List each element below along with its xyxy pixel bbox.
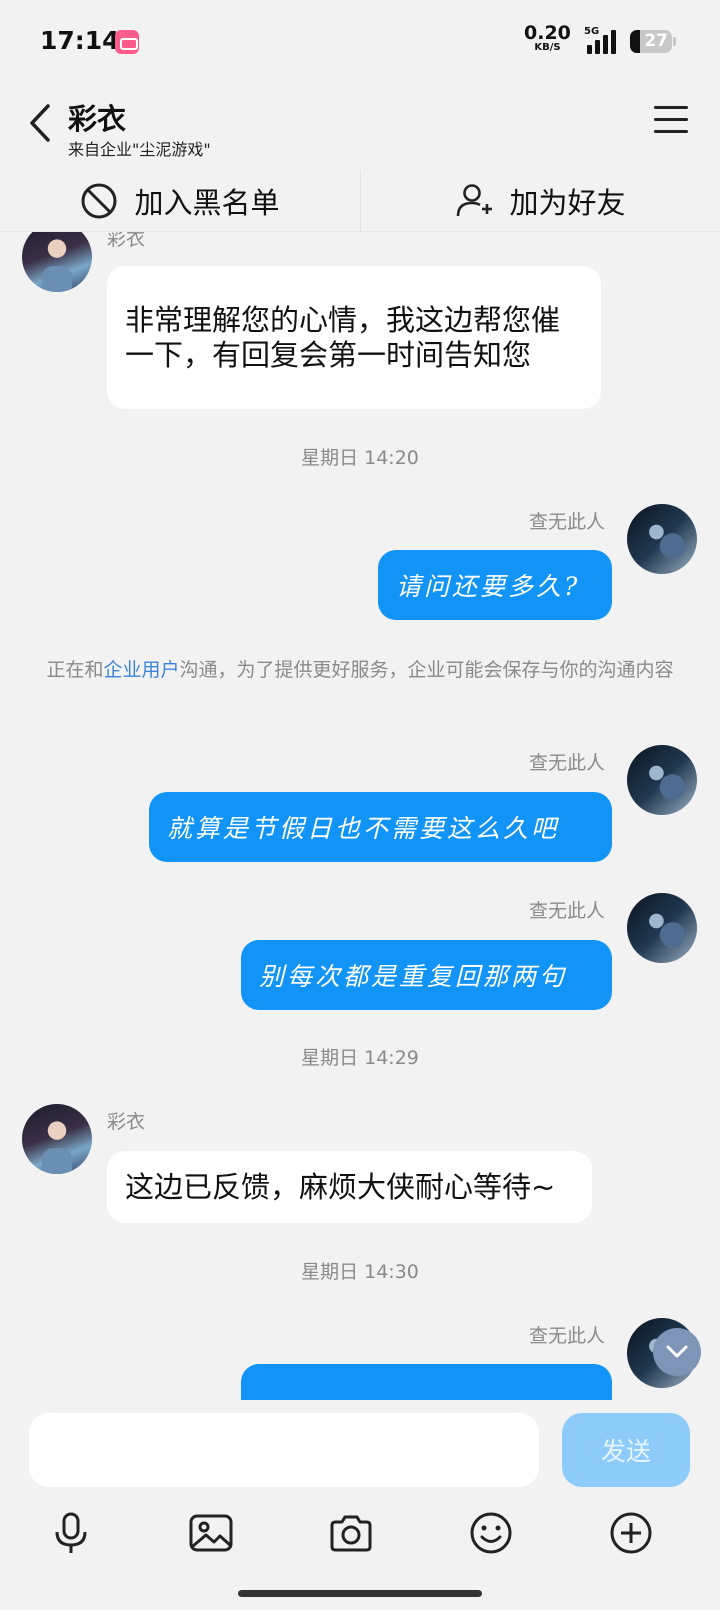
timestamp: 星期日 14:29 [301,1047,419,1069]
sender-name: 彩衣 [107,1111,146,1133]
image-icon [189,1514,233,1552]
message-bubble[interactable]: 非常理解您的心情，我这边帮您催一下，有回复会第一时间告知您 [107,266,601,409]
status-time: 17:14 [40,26,120,55]
camera-icon [330,1515,372,1552]
emoji-button[interactable] [466,1508,516,1558]
notice-suffix: 沟通，为了提供更好服务，企业可能会保存与你的沟通内容 [179,659,674,681]
sender-name: 查无此人 [528,752,605,774]
avatar[interactable] [22,232,92,292]
avatar[interactable] [627,504,697,574]
status-bar: 17:14 0.20 KB/S 5G 27 [0,0,720,88]
contact-name: 彩衣 [68,102,127,136]
avatar[interactable] [22,1104,92,1174]
back-icon [30,104,50,142]
add-friend-button[interactable]: 加为好友 [360,170,720,231]
timestamp: 星期日 14:30 [301,1261,419,1283]
enterprise-user-link[interactable]: 企业用户 [103,659,179,681]
image-button[interactable] [186,1508,236,1558]
back-button[interactable] [20,98,60,148]
network-speed: 0.20 KB/S [524,24,571,53]
message-bubble[interactable]: 就算是节假日也不需要这么久吧 [149,792,612,862]
scroll-to-bottom-button[interactable] [653,1328,701,1376]
more-button[interactable] [606,1508,656,1558]
battery-level: 27 [644,31,668,51]
message-bubble[interactable]: 别每次都是重复回那两句 [241,940,612,1010]
add-friend-label: 加为好友 [509,185,626,220]
signal-icon [587,30,619,54]
block-button[interactable]: 加入黑名单 [0,170,360,231]
message-text: 就算是节假日也不需要这么久吧 [167,814,560,843]
microphone-icon [55,1512,87,1553]
block-icon [81,183,117,218]
timestamp: 星期日 14:20 [301,447,419,469]
message-bubble[interactable]: 这边已反馈，麻烦大侠耐心等待~ [107,1151,592,1223]
network-speed-value: 0.20 [524,22,571,44]
chat-area[interactable]: 彩衣 非常理解您的心情，我这边帮您催一下，有回复会第一时间告知您 星期日 14:… [0,232,720,1400]
emoji-icon [470,1512,512,1554]
composer: 发送 [0,1400,720,1610]
menu-button[interactable] [654,106,690,136]
sender-name: 查无此人 [528,511,605,533]
notice-prefix: 正在和 [46,659,104,681]
message-text: 这边已反馈，麻烦大侠耐心等待~ [125,1169,556,1204]
block-label: 加入黑名单 [134,185,280,220]
avatar[interactable] [627,893,697,963]
message-input[interactable] [29,1413,539,1487]
camera-button[interactable] [326,1508,376,1558]
sender-name: 彩衣 [107,232,146,250]
contact-company: 来自企业"尘泥游戏" [68,140,211,159]
message-text: 非常理解您的心情，我这边帮您催一下，有回复会第一时间告知您 [125,302,561,372]
privacy-notice: 正在和企业用户沟通，为了提供更好服务，企业可能会保存与你的沟通内容 [40,655,680,685]
plus-icon [610,1512,652,1554]
battery-icon: 27 [630,30,672,53]
voice-button[interactable] [46,1508,96,1558]
message-text: 别每次都是重复回那两句 [259,962,568,991]
chat-header: 彩衣 来自企业"尘泥游戏" [0,88,720,170]
add-friend-icon [457,183,493,216]
action-bar: 加入黑名单 加为好友 [0,170,720,232]
battery-tip [673,37,676,46]
message-text: 请问还要多久? [396,572,581,601]
message-bubble[interactable] [241,1364,612,1400]
send-button[interactable]: 发送 [562,1413,690,1487]
home-indicator[interactable] [238,1590,482,1597]
chevron-down-icon [666,1345,688,1358]
sender-name: 查无此人 [528,1325,605,1347]
message-bubble[interactable]: 请问还要多久? [378,550,612,620]
composer-toolbar [0,1508,720,1558]
sender-name: 查无此人 [528,900,605,922]
network-speed-unit: KB/S [534,42,561,53]
avatar[interactable] [627,745,697,815]
bilibili-app-icon [115,30,139,54]
